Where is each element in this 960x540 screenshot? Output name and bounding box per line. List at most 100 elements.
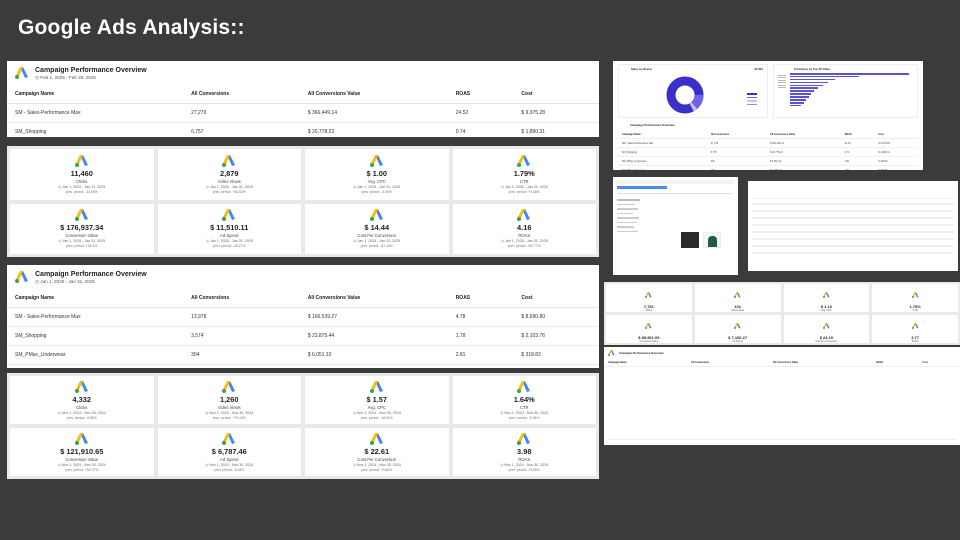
sales-by-device-card: Sales by Device $7,821	[618, 64, 768, 118]
mini-kpi-card: 101 Video Views	[694, 284, 781, 312]
kpi-period: ◷ Nov 1, 2024 - Nov 30, 2024	[352, 410, 401, 415]
mini-cell: $ 1,890.31	[874, 147, 918, 157]
col-all-conversions[interactable]: All Conversions	[183, 289, 300, 308]
kpi-period: ◷ Nov 1, 2024 - Nov 30, 2024	[500, 410, 549, 415]
mini-col: All Conversions Value	[765, 131, 841, 139]
mini-cell: 0.74	[840, 147, 875, 157]
purchases-by-city-card: Purchases by Top 50 Cities	[773, 64, 918, 118]
col-cost[interactable]: Cost	[513, 289, 599, 308]
mini-kpi-card: 7,751 Clicks	[606, 284, 692, 312]
cell: 2.81	[447, 345, 514, 365]
mini-kpi-label: Conversion Value	[639, 339, 659, 343]
table-title: Campaign Performance Overview	[35, 67, 147, 74]
col-roas[interactable]: ROAS	[447, 289, 514, 308]
mini-col: All Conversions	[687, 359, 769, 367]
google-ads-logo-icon	[911, 285, 919, 303]
mini-kpi-card: $ 89,961.09 Conversion Value	[606, 315, 692, 343]
thumbnail-ad-preview[interactable]	[613, 177, 738, 275]
mini-kpi-label: CTR	[912, 308, 918, 312]
mini-cell: $ 2,725.19	[765, 165, 841, 170]
mini-row: SM_Shopping 6,757 $ 20,778.23 0.74 $ 1,890.3…	[618, 147, 918, 157]
mini-table: Campaign Name All Conversions All Conver…	[618, 131, 918, 170]
cell: 27,279	[183, 103, 300, 123]
kpi-card: 4.16 ROAS ◷ Jan 1, 2025 - Jan 31, 2025 prev…	[452, 203, 596, 254]
bar-chart-title: Purchases by Top 50 Cities	[794, 67, 831, 71]
col-conversions-value[interactable]: All Conversions Value	[299, 85, 448, 104]
kpi-period: ◷ Nov 1, 2024 - Nov 30, 2024	[352, 462, 401, 467]
google-ads-logo-icon	[734, 285, 741, 303]
mini-cell: $ 6,051.10	[765, 156, 841, 166]
kpi-label: Ad Spend	[220, 233, 239, 239]
kpi-value: 4,332	[72, 394, 92, 404]
kpi-value: $ 1.00	[366, 168, 388, 178]
kpi-value: 4.16	[517, 223, 532, 233]
cell: 6,757	[183, 122, 300, 137]
kpi-value: 1,260	[220, 394, 239, 404]
kpi-label: Conversion Value	[65, 233, 99, 239]
kpi-period: ◷ Nov 1, 2024 - Nov 30, 2024	[57, 462, 106, 467]
thumbnail-mini-kpi[interactable]: 7,751 Clicks 101 Video Views $ 1.16 Avg. CPC 1…	[604, 282, 960, 345]
cell: $ 2,725.19	[299, 364, 448, 368]
kpi-label: Clicks	[76, 178, 88, 184]
kpi-card: $ 11,510.11 Ad Spend ◷ Jan 1, 2025 - Jan 3…	[157, 203, 301, 254]
kpi-period: ◷ Jan 1, 2025 - Jan 31, 2025	[205, 239, 253, 244]
cell: SM - Sales-Performance Max	[7, 103, 184, 123]
mini-kpi-label: Avg. CPC	[821, 308, 832, 312]
col-conversions-value[interactable]: All Conversions Value	[299, 289, 448, 308]
col-campaign-name[interactable]: Campaign Name	[7, 85, 184, 104]
mini-cell: 6,757	[706, 147, 766, 157]
mini-table-card: Campaign Performance Overview Campaign N…	[618, 123, 918, 170]
google-ads-logo-icon	[734, 316, 741, 334]
google-ads-logo-icon	[608, 350, 615, 356]
cell: $ 6,051.10	[299, 345, 448, 365]
thumbnail-sales-dashboard[interactable]: Sales by Device $7,821 Purchases by Top …	[613, 61, 923, 170]
kpi-prev-period: prev. period: -0.56%	[361, 189, 392, 194]
col-campaign-name[interactable]: Campaign Name	[7, 289, 184, 308]
mini-kpi-label: Clicks	[645, 308, 653, 312]
thumb-tab-bar	[617, 186, 667, 189]
mini-col: All Conversions	[706, 131, 766, 139]
kpi-prev-period: prev. period: -28.27%	[213, 244, 246, 249]
mini-col: Campaign Name	[604, 359, 688, 367]
table-title: Campaign Performance Overview	[35, 271, 147, 278]
thumbnail-mini-table[interactable]: Campaign Performance Overview Campaign N…	[604, 347, 960, 445]
col-cost[interactable]: Cost	[513, 85, 599, 104]
kpi-period: ◷ Jan 1, 2025 - Jan 31, 2025	[500, 184, 548, 189]
table-row: SM - Sales-Performance Max 27,279 $ 366,…	[7, 103, 599, 123]
col-all-conversions[interactable]: All Conversions	[183, 85, 300, 104]
google-ads-logo-icon	[645, 316, 652, 334]
table-row: SM_Shopping 6,757 $ 20,778.23 0.74 $ 1,8…	[7, 122, 599, 137]
kpi-prev-period: prev. period: -87.44%	[360, 244, 393, 249]
cell: $ 9,975.28	[513, 103, 599, 123]
mini-kpi-card: $ 7,106.27 Ad Spend	[694, 315, 781, 343]
mini-row: SM_PMax_Swimwear 166 $ 2,725.19 2.61 $ 196.6…	[618, 165, 918, 170]
cell: SM_PMax_Underwear	[7, 345, 184, 365]
kpi-label: CTR	[519, 404, 529, 410]
mini-cell: SM_PMax_Swimwear	[618, 165, 707, 170]
table-row: SM_PMax_Underwear 304 $ 6,051.10 2.81 $ 318.…	[7, 345, 599, 365]
donut-chart	[666, 76, 704, 114]
mini-col: Campaign Name	[618, 131, 707, 139]
kpi-label: ROAS	[518, 456, 531, 462]
kpi-card: 4,332 Clicks ◷ Nov 1, 2024 - Nov 30, 2024 p…	[10, 376, 154, 424]
kpi-prev-period: prev. period: -5.38%	[509, 415, 540, 420]
thumbnail-city-table[interactable]	[748, 181, 958, 271]
cell: $ 8,690.80	[513, 307, 599, 327]
cell: 4.78	[447, 307, 514, 327]
kpi-card: $ 22.61 Cost Per Conversion ◷ Nov 1, 2024 …	[305, 428, 449, 476]
mini-cell: SM - Sales-Performance Max	[618, 138, 707, 148]
mini-kpi-card: $ 24.19 Cost Per Conversion	[783, 315, 870, 343]
mini-kpi-label: Cost Per Conversion	[815, 339, 838, 343]
col-roas[interactable]: ROAS	[447, 85, 514, 104]
mini-kpi-card: 3.77 ROAS	[872, 315, 958, 343]
cell: $ 196.66	[513, 364, 599, 368]
mini-col: ROAS	[872, 359, 919, 367]
google-ads-logo-icon	[369, 380, 384, 393]
kpi-card: 3.98 ROAS ◷ Nov 1, 2024 - Nov 30, 2024 prev…	[452, 428, 596, 476]
campaign-table: Campaign Name All Conversions All Conver…	[7, 85, 599, 137]
cell: SM_Shopping	[7, 122, 184, 137]
kpi-period: ◷ Jan 1, 2025 - Jan 31, 2025	[353, 239, 401, 244]
table-row: SM_PMax_Swimwear166$ 2,725.192.61$ 196.6…	[7, 364, 599, 368]
kpi-label: Video Views	[217, 178, 241, 184]
kpi-value: $ 11,510.11	[210, 223, 249, 233]
